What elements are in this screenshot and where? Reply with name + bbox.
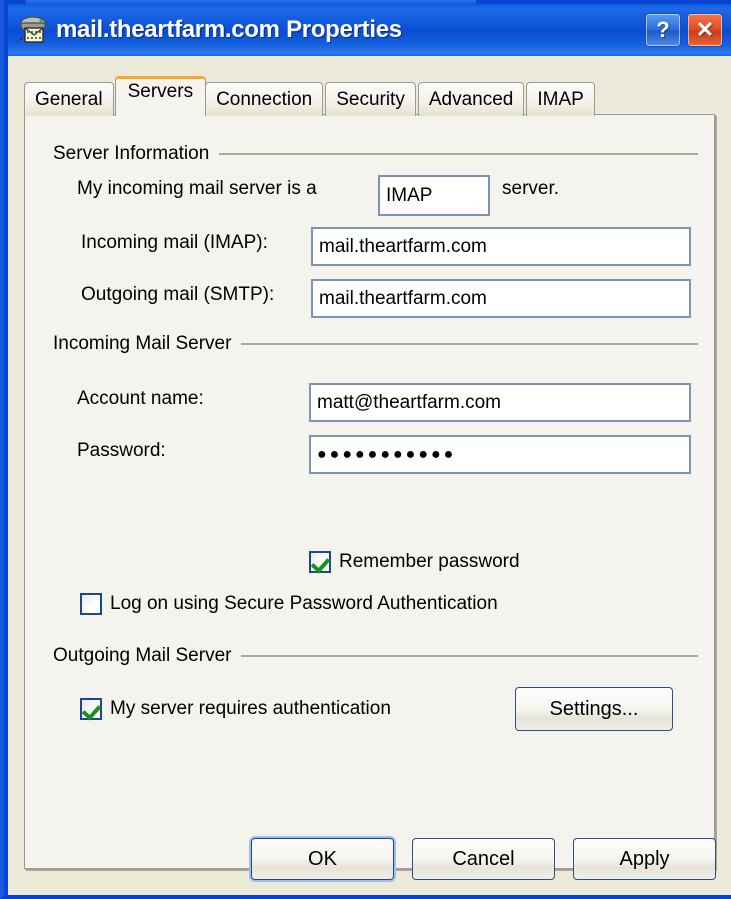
ok-button[interactable]: OK	[251, 838, 394, 880]
close-icon: ✕	[695, 17, 715, 42]
remember-password-label: Remember password	[339, 551, 520, 572]
requires-auth-label: My server requires authentication	[110, 698, 391, 719]
window-title: mail.theartfarm.com Properties	[56, 16, 402, 43]
secure-password-auth-checkbox-row[interactable]: Log on using Secure Password Authenticat…	[80, 593, 498, 615]
outgoing-mail-value: mail.theartfarm.com	[319, 287, 487, 309]
help-icon: ?	[656, 17, 670, 42]
group-incoming-mail-server: Incoming Mail Server	[53, 333, 698, 355]
group-title: Incoming Mail Server	[53, 333, 232, 354]
close-button[interactable]: ✕	[687, 13, 723, 47]
remember-password-checkbox[interactable]	[309, 551, 331, 573]
tab-label: Servers	[127, 81, 194, 102]
remember-password-checkbox-row[interactable]: Remember password	[309, 551, 520, 573]
group-rule	[219, 153, 698, 155]
incoming-server-type-value: IMAP	[386, 184, 433, 206]
secure-password-auth-label: Log on using Secure Password Authenticat…	[110, 593, 498, 614]
cancel-button[interactable]: Cancel	[412, 838, 555, 880]
cancel-button-label: Cancel	[452, 847, 515, 870]
outgoing-mail-input[interactable]: mail.theartfarm.com	[311, 279, 691, 318]
group-outgoing-mail-server: Outgoing Mail Server	[53, 645, 698, 667]
tab-servers[interactable]: Servers	[114, 76, 207, 116]
secure-password-auth-checkbox[interactable]	[80, 593, 102, 615]
ok-button-label: OK	[308, 847, 337, 870]
password-input[interactable]: ●●●●●●●●●●●	[309, 435, 691, 474]
incoming-server-type-field: IMAP	[378, 175, 490, 216]
incoming-server-type-suffix-label: server.	[502, 178, 560, 199]
tab-advanced[interactable]: Advanced	[417, 82, 525, 116]
incoming-mail-value: mail.theartfarm.com	[319, 235, 487, 257]
incoming-mail-input[interactable]: mail.theartfarm.com	[311, 227, 691, 266]
tab-connection[interactable]: Connection	[205, 82, 324, 116]
group-title: Outgoing Mail Server	[53, 645, 232, 666]
incoming-server-type-row: My incoming mail server is a	[77, 178, 317, 200]
incoming-server-type-prefix-label: My incoming mail server is a	[77, 178, 317, 199]
tab-label: General	[35, 88, 103, 110]
tab-imap[interactable]: IMAP	[526, 82, 595, 116]
tab-general[interactable]: General	[24, 82, 114, 116]
tab-label: Advanced	[428, 88, 514, 110]
tab-label: Security	[336, 88, 405, 110]
account-name-row: Account name:	[77, 388, 204, 410]
incoming-server-type-suffix-row: server.	[502, 178, 559, 200]
incoming-mail-label: Incoming mail (IMAP):	[81, 232, 268, 253]
dialog-body: General Servers Connection Security Adva…	[8, 56, 731, 895]
requires-auth-checkbox-row[interactable]: My server requires authentication	[80, 698, 391, 720]
mail-server-icon	[16, 14, 50, 46]
group-server-information: Server Information	[53, 143, 698, 165]
tab-security[interactable]: Security	[325, 82, 416, 116]
group-header: Outgoing Mail Server	[53, 645, 698, 667]
outgoing-mail-row: Outgoing mail (SMTP):	[81, 284, 274, 306]
requires-auth-checkbox[interactable]	[80, 698, 102, 720]
settings-button-label: Settings...	[549, 697, 639, 720]
servers-tab-panel: Server Information My incoming mail serv…	[24, 114, 715, 869]
group-title: Server Information	[53, 143, 210, 164]
password-row: Password:	[77, 440, 166, 462]
tab-label: IMAP	[537, 88, 584, 110]
group-rule	[241, 343, 698, 345]
settings-button[interactable]: Settings...	[515, 687, 673, 731]
tab-strip: General Servers Connection Security Adva…	[24, 76, 597, 116]
account-name-label: Account name:	[77, 388, 204, 409]
account-name-value: matt@theartfarm.com	[317, 391, 501, 413]
apply-button-label: Apply	[619, 847, 670, 870]
title-bar[interactable]: mail.theartfarm.com Properties ? ✕	[8, 4, 731, 56]
password-value: ●●●●●●●●●●●	[317, 445, 457, 463]
group-rule	[241, 655, 698, 657]
apply-button[interactable]: Apply	[573, 838, 716, 880]
properties-dialog-window: mail.theartfarm.com Properties ? ✕ Gener…	[0, 0, 731, 899]
group-header: Incoming Mail Server	[53, 333, 698, 355]
group-header: Server Information	[53, 143, 698, 165]
incoming-mail-row: Incoming mail (IMAP):	[81, 232, 268, 254]
help-button[interactable]: ?	[645, 13, 681, 47]
tab-label: Connection	[216, 88, 313, 110]
password-label: Password:	[77, 440, 166, 461]
account-name-input[interactable]: matt@theartfarm.com	[309, 383, 691, 422]
outgoing-mail-label: Outgoing mail (SMTP):	[81, 284, 275, 305]
